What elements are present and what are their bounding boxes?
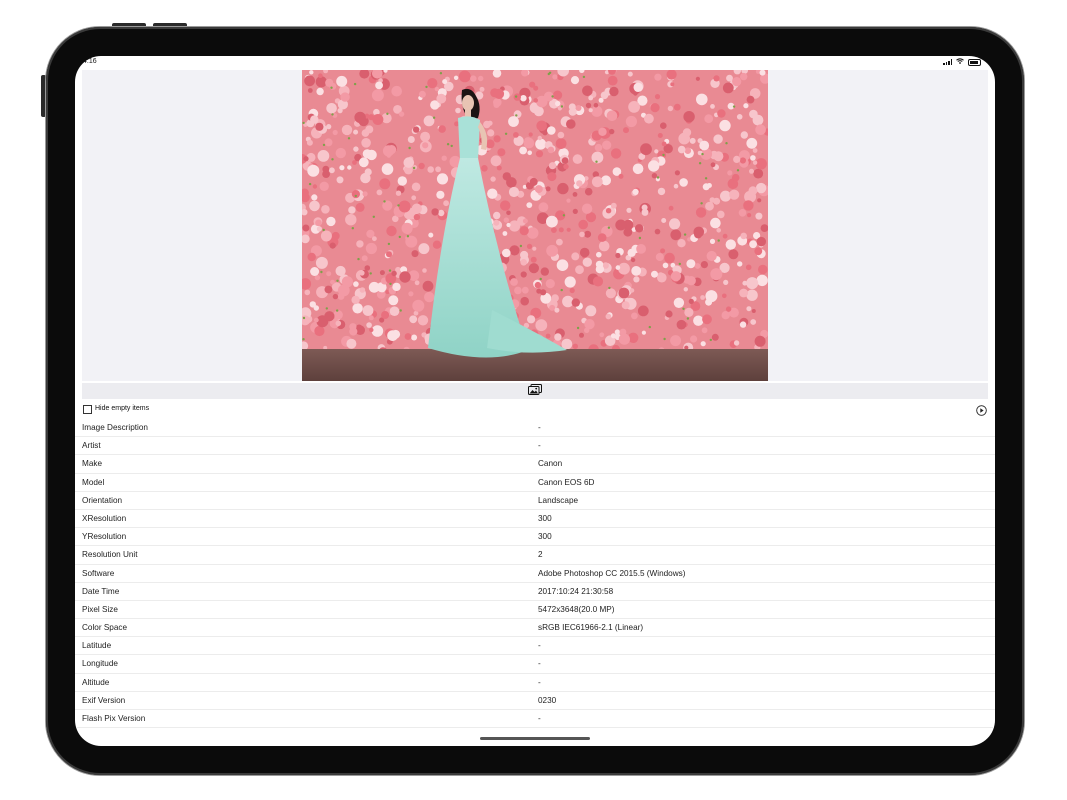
preview-toolbar	[82, 383, 988, 399]
row-value: Canon	[538, 459, 563, 469]
table-row[interactable]: Resolution Unit 2	[75, 546, 995, 565]
exif-table: Image Description - Artist - Make Canon Model C…	[75, 419, 995, 729]
row-key: Exif Version	[82, 695, 126, 705]
table-row[interactable]: Longitude -	[75, 655, 995, 674]
table-row[interactable]: Make Canon	[75, 455, 995, 474]
status-icons	[943, 58, 981, 66]
row-key: Date Time	[82, 586, 120, 596]
row-key: Latitude	[82, 641, 112, 651]
row-key: Orientation	[82, 495, 123, 505]
table-row[interactable]: Pixel Size 5472x3648(20.0 MP)	[75, 601, 995, 620]
row-key: Pixel Size	[82, 604, 118, 614]
row-key: Model	[82, 477, 105, 487]
row-value: 300	[538, 513, 552, 523]
row-value: 0230	[538, 695, 557, 705]
row-key: Image Description	[82, 423, 148, 432]
table-row[interactable]: Color Space sRGB IEC61966-2.1 (Linear)	[75, 619, 995, 638]
home-indicator[interactable]	[480, 737, 590, 740]
row-value: Adobe Photoshop CC 2015.5 (Windows)	[538, 568, 686, 578]
row-key: XResolution	[82, 513, 127, 523]
table-row[interactable]: XResolution 300	[75, 510, 995, 529]
row-value: 2	[538, 550, 543, 560]
row-value: 5472x3648(20.0 MP)	[538, 604, 615, 614]
row-key: Resolution Unit	[82, 550, 138, 560]
table-row[interactable]: Artist -	[75, 437, 995, 456]
hide-empty-label: Hide empty items	[95, 405, 150, 412]
screen: 4:16 Hide empty items Image Description …	[75, 56, 995, 746]
table-row[interactable]: Exif Version 0230	[75, 692, 995, 710]
row-key: Flash Pix Version	[82, 714, 146, 723]
photo-image	[302, 70, 768, 381]
row-value: -	[538, 423, 541, 432]
table-row[interactable]: Model Canon EOS 6D	[75, 474, 995, 492]
row-value: -	[538, 441, 541, 451]
photo-library-icon[interactable]	[528, 382, 542, 400]
battery-icon	[968, 58, 981, 66]
table-row[interactable]: Orientation Landscape	[75, 492, 995, 510]
status-bar: 4:16	[75, 56, 995, 70]
row-key: Make	[82, 459, 103, 469]
row-value: -	[538, 677, 541, 687]
table-row[interactable]: Image Description -	[75, 419, 995, 438]
row-key: Artist	[82, 441, 101, 451]
row-value: 2017:10:24 21:30:58	[538, 586, 614, 596]
table-row[interactable]: Latitude -	[75, 637, 995, 656]
row-value: sRGB IEC61966-2.1 (Linear)	[538, 623, 644, 633]
table-row[interactable]: Flash Pix Version -	[75, 710, 995, 729]
table-row[interactable]: YResolution 300	[75, 528, 995, 547]
photo-preview[interactable]	[302, 70, 768, 381]
row-value: -	[538, 659, 541, 669]
row-key: Longitude	[82, 659, 118, 669]
image-preview-area	[82, 70, 988, 381]
row-key: YResolution	[82, 532, 127, 542]
hide-empty-checkbox[interactable]	[83, 405, 92, 414]
row-key: Color Space	[82, 623, 128, 633]
play-circle-icon[interactable]	[976, 403, 987, 416]
row-value: 300	[538, 532, 552, 542]
table-row[interactable]: Software Adobe Photoshop CC 2015.5 (Windo…	[75, 565, 995, 583]
row-key: Software	[82, 568, 115, 578]
status-time: 4:16	[83, 58, 97, 65]
row-value: -	[538, 641, 541, 651]
table-row[interactable]: Date Time 2017:10:24 21:30:58	[75, 583, 995, 601]
wifi-icon	[956, 58, 964, 66]
row-value: -	[538, 714, 541, 723]
table-row[interactable]: Altitude -	[75, 674, 995, 692]
row-value: Landscape	[538, 495, 579, 505]
cellular-signal-icon	[943, 59, 952, 65]
row-value: Canon EOS 6D	[538, 477, 595, 487]
options-row: Hide empty items	[75, 400, 995, 420]
row-key: Altitude	[82, 677, 110, 687]
